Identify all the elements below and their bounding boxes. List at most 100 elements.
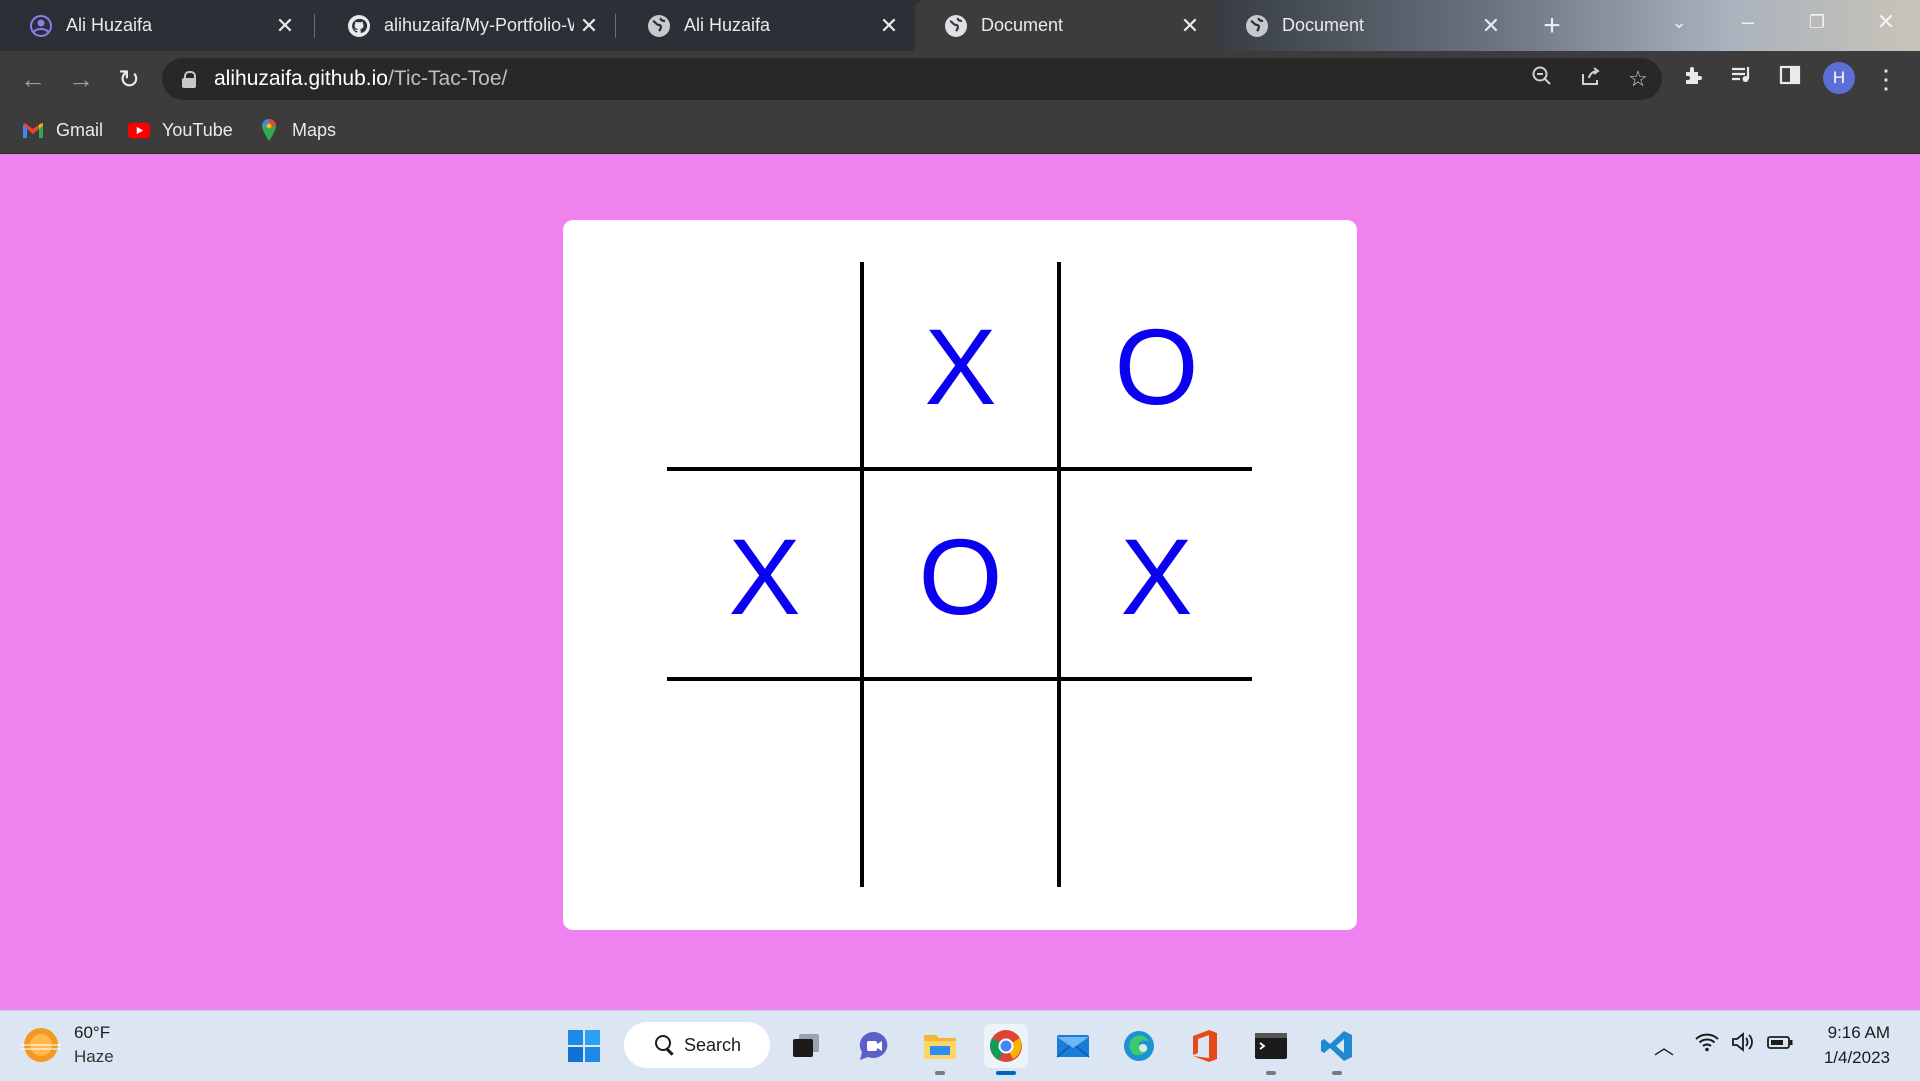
browser-toolbar: ← → ↻ alihuzaifa.github.io/Tic-Tac-Toe/ …	[0, 51, 1920, 107]
clock[interactable]: 9:16 AM 1/4/2023	[1824, 1020, 1890, 1070]
vscode-icon	[1321, 1031, 1352, 1061]
extensions-icon[interactable]	[1675, 60, 1713, 98]
chrome-button[interactable]	[984, 1024, 1028, 1075]
search-label: Search	[684, 1034, 742, 1055]
chrome-icon	[990, 1030, 1022, 1062]
tab-1[interactable]: alihuzaifa/My-Portfolio-W ✕	[318, 0, 614, 51]
forward-button[interactable]: →	[62, 60, 100, 98]
youtube-icon	[128, 121, 150, 139]
gmail-icon	[22, 121, 44, 139]
board-cell-7[interactable]	[863, 682, 1058, 890]
vscode-button[interactable]	[1315, 1024, 1359, 1075]
tab-separator	[314, 14, 315, 38]
restore-button[interactable]: ❐	[1782, 0, 1852, 44]
close-icon[interactable]: ✕	[874, 13, 904, 39]
globe-icon	[1246, 14, 1268, 37]
minimize-button[interactable]: –	[1713, 0, 1783, 44]
tab-title: Document	[981, 15, 1064, 35]
start-button[interactable]	[562, 1024, 606, 1068]
wifi-icon[interactable]	[1694, 1031, 1720, 1059]
board-cell-5[interactable]: X	[1059, 472, 1254, 680]
battery-icon[interactable]	[1766, 1031, 1794, 1059]
close-icon[interactable]: ✕	[1175, 13, 1205, 39]
bookmark-label: Gmail	[56, 119, 104, 140]
taskbar-search[interactable]: Search	[624, 1022, 770, 1068]
globe-icon	[648, 14, 670, 37]
title-bar: Ali Huzaifa ✕ alihuzaifa/My-Portfolio-W …	[0, 0, 1920, 51]
board-cell-3[interactable]: X	[667, 472, 862, 680]
windows-taskbar: 60°F Haze Search ︿ 9:16 AM 1/4/2023	[0, 1010, 1920, 1081]
terminal-icon	[1255, 1033, 1287, 1059]
active-indicator	[996, 1071, 1016, 1075]
grid-line-vertical-2	[1057, 262, 1061, 887]
board-cell-6[interactable]	[667, 682, 862, 890]
tab-0[interactable]: Ali Huzaifa ✕	[0, 0, 310, 51]
share-icon[interactable]	[1566, 65, 1614, 93]
bookmark-gmail[interactable]: Gmail	[22, 115, 103, 145]
show-hidden-icons-chevron-icon[interactable]: ︿	[1654, 1031, 1674, 1060]
bookmark-label: Maps	[292, 119, 337, 140]
windows-logo-icon	[568, 1030, 600, 1062]
mail-button[interactable]	[1051, 1024, 1095, 1068]
weather-description: Haze	[74, 1047, 114, 1066]
back-button[interactable]: ←	[14, 60, 52, 98]
close-icon[interactable]: ✕	[270, 13, 300, 39]
volume-icon[interactable]	[1730, 1031, 1756, 1059]
side-panel-icon[interactable]	[1771, 60, 1809, 98]
file-explorer-button[interactable]	[918, 1024, 962, 1075]
tab-3-active[interactable]: Document ✕	[915, 0, 1215, 51]
menu-kebab-icon[interactable]: ⋮	[1867, 60, 1905, 98]
bookmark-label: YouTube	[162, 119, 233, 140]
github-icon	[348, 14, 370, 37]
media-control-icon[interactable]	[1723, 60, 1761, 98]
reload-button[interactable]: ↻	[110, 60, 148, 98]
board-cell-2[interactable]: O	[1059, 262, 1254, 470]
chat-icon	[859, 1031, 888, 1060]
folder-icon	[924, 1035, 956, 1059]
weather-widget[interactable]: 60°F Haze	[21, 1021, 114, 1069]
grid-line-horizontal-1	[667, 467, 1252, 471]
edge-icon	[1124, 1031, 1154, 1061]
tab-title: Ali Huzaifa	[66, 15, 153, 35]
grid-line-vertical-1	[860, 262, 864, 887]
bookmark-youtube[interactable]: YouTube	[128, 115, 233, 145]
office-button[interactable]	[1183, 1024, 1227, 1068]
haze-weather-icon	[21, 1028, 61, 1062]
profile-icon	[30, 14, 52, 37]
close-icon[interactable]: ✕	[574, 13, 604, 39]
running-indicator	[1266, 1071, 1276, 1075]
running-indicator	[935, 1071, 945, 1075]
tab-4[interactable]: Document ✕	[1216, 0, 1516, 51]
profile-avatar[interactable]: H	[1823, 62, 1855, 94]
tab-2[interactable]: Ali Huzaifa ✕	[618, 0, 914, 51]
mail-icon	[1056, 1035, 1090, 1058]
board-cell-0[interactable]	[667, 262, 862, 470]
lock-icon[interactable]	[182, 71, 196, 88]
tab-title: Ali Huzaifa	[684, 15, 771, 35]
office-icon	[1193, 1030, 1217, 1062]
board-cell-4[interactable]: O	[863, 472, 1058, 680]
running-indicator	[1332, 1071, 1342, 1075]
bookmark-maps[interactable]: Maps	[258, 115, 336, 145]
edge-button[interactable]	[1117, 1024, 1161, 1068]
task-view-button[interactable]	[784, 1024, 828, 1068]
tab-search-chevron-icon[interactable]: ⌄	[1643, 0, 1715, 44]
url-host: alihuzaifa.github.io	[214, 67, 388, 90]
clock-time: 9:16 AM	[1827, 1023, 1890, 1042]
new-tab-button[interactable]: +	[1534, 8, 1570, 44]
search-icon	[654, 1034, 676, 1056]
tab-title: alihuzaifa/My-Portfolio-W	[384, 15, 574, 35]
window-close-button[interactable]: ✕	[1851, 0, 1920, 44]
maps-icon	[258, 119, 280, 141]
teams-chat-button[interactable]	[852, 1024, 896, 1068]
zoom-icon[interactable]	[1518, 65, 1566, 93]
address-bar-actions: ☆	[1518, 58, 1662, 100]
bookmark-star-icon[interactable]: ☆	[1614, 66, 1662, 92]
terminal-button[interactable]	[1249, 1024, 1293, 1075]
bookmarks-bar: Gmail YouTube Maps	[0, 107, 1920, 154]
address-bar[interactable]: alihuzaifa.github.io/Tic-Tac-Toe/ ☆	[162, 58, 1662, 100]
close-icon[interactable]: ✕	[1476, 13, 1506, 39]
task-view-icon	[793, 1034, 819, 1057]
board-cell-1[interactable]: X	[863, 262, 1058, 470]
board-cell-8[interactable]	[1059, 682, 1254, 890]
